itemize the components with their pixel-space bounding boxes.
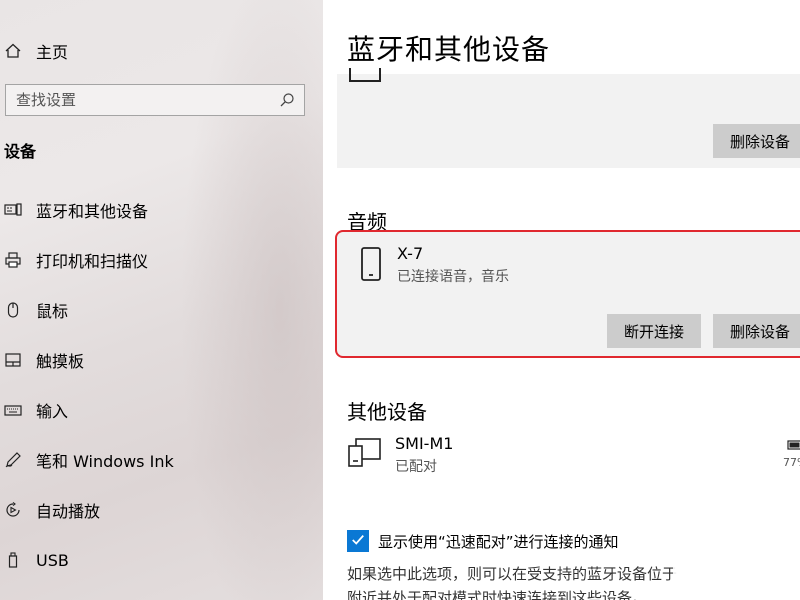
search-icon[interactable] <box>278 91 296 109</box>
sidebar-item-autoplay[interactable]: 自动播放 <box>0 488 323 532</box>
swift-pair-description: 如果选中此选项，则可以在受支持的蓝牙设备位于附近并处于配对模式时快速连接到这些设… <box>347 565 678 600</box>
remove-device-button[interactable]: 删除设备 <box>713 124 800 158</box>
bluetooth-devices-icon <box>4 201 22 219</box>
sidebar-item-printers[interactable]: 打印机和扫描仪 <box>0 238 323 282</box>
mouse-icon <box>4 301 22 319</box>
sidebar-item-bluetooth[interactable]: 蓝牙和其他设备 <box>0 188 323 232</box>
battery-level: 77% <box>783 456 800 469</box>
settings-content: 蓝牙和其他设备 删除设备 音频 X-7 已连接语音，音乐 断开连接 删除设备 其… <box>323 0 800 600</box>
printer-icon <box>4 251 22 269</box>
pen-icon <box>4 451 22 469</box>
remove-device-button[interactable]: 删除设备 <box>713 314 800 348</box>
audio-device-card[interactable]: X-7 已连接语音，音乐 断开连接 删除设备 <box>337 232 800 356</box>
touchpad-icon <box>4 351 22 369</box>
sidebar-item-pen[interactable]: 笔和 Windows Ink <box>0 438 323 482</box>
audio-section-title: 音频 <box>347 210 387 234</box>
phone-icon <box>357 246 385 284</box>
search-box[interactable] <box>5 84 305 116</box>
sidebar-item-label: USB <box>36 550 69 570</box>
display-device-icon <box>347 436 383 470</box>
sidebar-item-label: 触摸板 <box>36 352 85 371</box>
device-status: 已连接语音，音乐 <box>397 269 509 285</box>
device-icon-partial <box>349 68 381 82</box>
home-icon <box>4 42 22 60</box>
sidebar-item-label: 输入 <box>36 402 69 421</box>
swift-pair-checkbox[interactable] <box>347 530 369 552</box>
page-title: 蓝牙和其他设备 <box>347 33 551 66</box>
keyboard-icon <box>4 401 22 419</box>
sidebar-item-usb[interactable]: USB <box>0 538 323 582</box>
disconnect-button[interactable]: 断开连接 <box>607 314 701 348</box>
settings-sidebar: 主页 设备 蓝牙和其他设备 打印机和扫描仪 鼠标 触摸板 <box>0 0 323 600</box>
device-name: SMI-M1 <box>395 434 454 453</box>
device-name: X-7 <box>397 244 424 263</box>
device-status: 已配对 <box>395 459 437 475</box>
battery-icon <box>787 436 800 455</box>
section-title-devices: 设备 <box>4 142 37 161</box>
home-label: 主页 <box>36 43 69 62</box>
home-nav-item[interactable]: 主页 <box>4 38 68 64</box>
search-input[interactable] <box>16 91 266 109</box>
swift-pair-option[interactable]: 显示使用“迅速配对”进行连接的通知 <box>347 530 619 552</box>
sidebar-item-mouse[interactable]: 鼠标 <box>0 288 323 332</box>
device-card-top[interactable]: 删除设备 <box>337 68 800 168</box>
sidebar-item-label: 蓝牙和其他设备 <box>36 202 149 221</box>
overlay-fade <box>673 550 800 600</box>
sidebar-item-label: 自动播放 <box>36 502 101 521</box>
sidebar-item-label: 打印机和扫描仪 <box>36 252 149 271</box>
swift-pair-label: 显示使用“迅速配对”进行连接的通知 <box>378 532 619 551</box>
usb-icon <box>4 551 22 569</box>
sidebar-item-typing[interactable]: 输入 <box>0 388 323 432</box>
sidebar-item-label: 笔和 Windows Ink <box>36 452 174 471</box>
sidebar-item-touchpad[interactable]: 触摸板 <box>0 338 323 382</box>
other-devices-section-title: 其他设备 <box>347 400 427 424</box>
checkmark-icon <box>351 532 365 551</box>
sidebar-item-label: 鼠标 <box>36 302 69 321</box>
autoplay-icon <box>4 501 22 519</box>
